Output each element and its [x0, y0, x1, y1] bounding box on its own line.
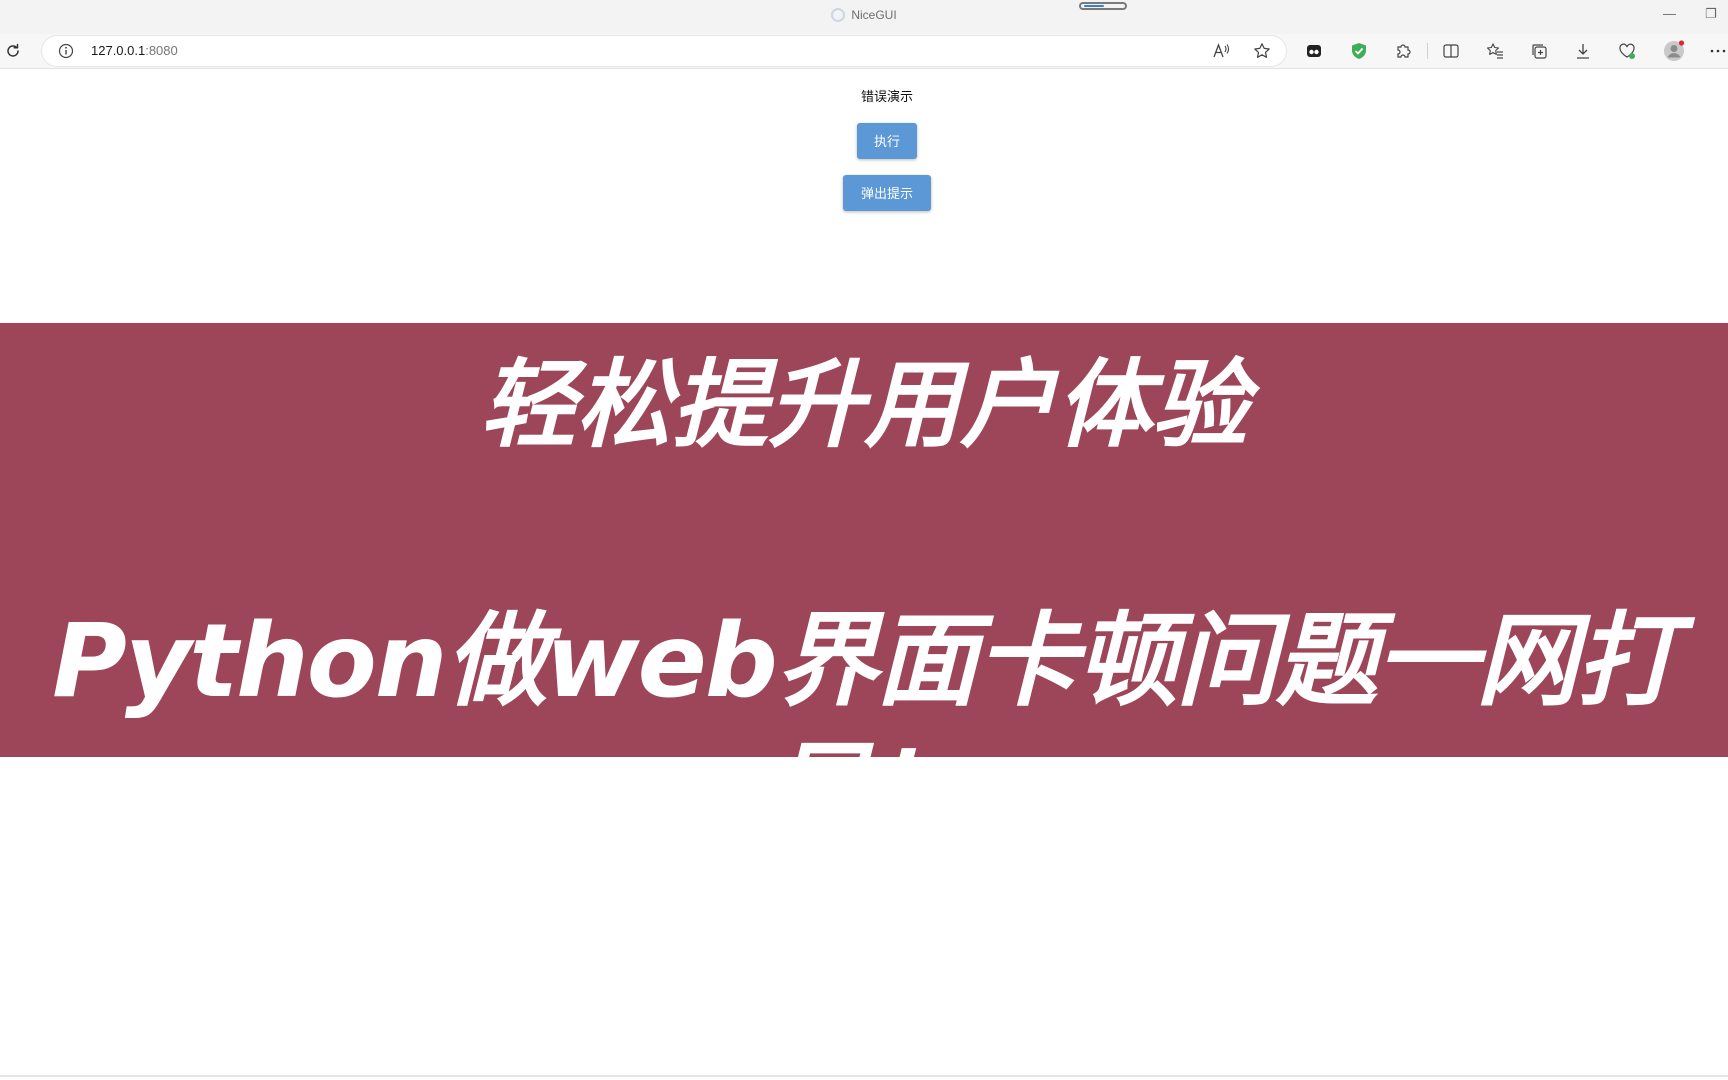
overlay-banner: 轻松提升用户体验 Python做web界面卡顿问题一网打尽！ [0, 323, 1728, 851]
url-host: 127.0.0.1 [91, 43, 146, 58]
page-heading: 错误演示 [860, 89, 913, 104]
window-title-bar: NiceGUI — ❐ [0, 0, 1728, 34]
extension-icon[interactable] [1305, 42, 1323, 60]
performance-icon[interactable] [1618, 42, 1636, 60]
url-port: :8080 [145, 43, 178, 58]
window-title: NiceGUI [0, 8, 1728, 22]
favorite-star-icon[interactable] [1253, 42, 1271, 60]
tab-strip-handle[interactable] [1079, 2, 1127, 10]
puzzle-icon[interactable] [1394, 42, 1412, 60]
download-icon[interactable] [1574, 42, 1592, 60]
more-icon[interactable] [1709, 42, 1727, 60]
execute-button[interactable]: 执行 [857, 123, 917, 159]
tab-favicon-icon [831, 8, 846, 22]
url-text[interactable]: 127.0.0.1:8080 [91, 43, 178, 58]
banner-title-line1: 轻松提升用户体验 [480, 349, 1248, 461]
address-bar[interactable]: 127.0.0.1:8080 [42, 36, 1286, 66]
window-title-text: NiceGUI [851, 8, 897, 22]
split-screen-icon[interactable] [1442, 42, 1460, 60]
banner-title-line2: Python做web界面卡顿问题一网打尽！ [52, 602, 1678, 851]
profile-avatar-icon[interactable] [1663, 40, 1685, 62]
collections-icon[interactable] [1530, 42, 1548, 60]
toolbar-divider [1427, 43, 1428, 59]
browser-toolbar: 127.0.0.1:8080 [0, 34, 1728, 69]
minimize-button[interactable]: — [1663, 6, 1676, 21]
bottom-divider [0, 1075, 1728, 1077]
read-aloud-icon[interactable] [1212, 42, 1230, 60]
favorites-icon[interactable] [1486, 42, 1504, 60]
refresh-icon[interactable] [4, 42, 22, 60]
site-info-icon[interactable] [58, 43, 74, 59]
restore-button[interactable]: ❐ [1705, 6, 1717, 22]
notify-button[interactable]: 弹出提示 [843, 175, 931, 211]
shield-icon[interactable] [1350, 42, 1368, 60]
